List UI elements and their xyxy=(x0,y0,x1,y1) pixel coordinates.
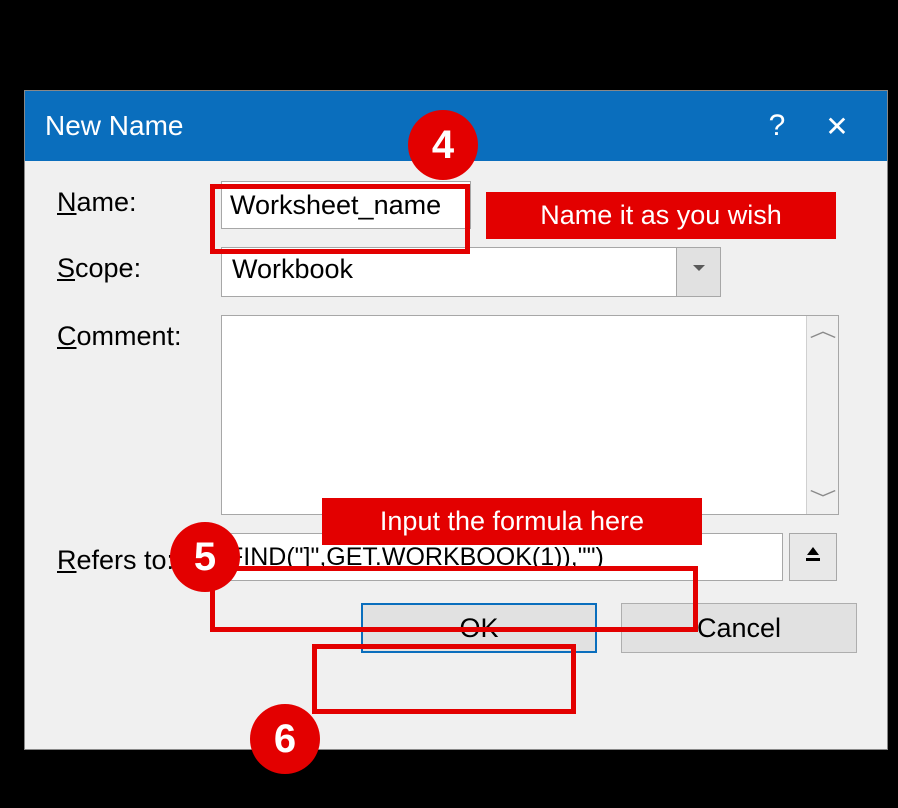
close-button[interactable]: ✕ xyxy=(807,110,867,143)
ok-button[interactable]: OK xyxy=(361,603,597,653)
scope-select[interactable]: Workbook xyxy=(221,247,721,297)
new-name-dialog: New Name ? ✕ Name: Scope: Workbook Comme… xyxy=(24,90,888,750)
comment-label: Comment: xyxy=(57,315,221,352)
scope-dropdown-button[interactable] xyxy=(676,248,720,296)
annotation-badge-4: 4 xyxy=(408,110,478,180)
name-input[interactable] xyxy=(221,181,471,229)
chevron-down-icon xyxy=(693,265,705,271)
collapse-dialog-button[interactable] xyxy=(789,533,837,581)
annotation-callout-5: Input the formula here xyxy=(322,498,702,545)
scope-label: Scope: xyxy=(57,247,221,284)
comment-textarea[interactable]: ︿ ﹀ xyxy=(221,315,839,515)
collapse-icon xyxy=(803,544,823,570)
scope-value: Workbook xyxy=(222,248,676,296)
button-row: OK Cancel xyxy=(57,603,865,653)
annotation-callout-4: Name it as you wish xyxy=(486,192,836,239)
cancel-button[interactable]: Cancel xyxy=(621,603,857,653)
annotation-badge-6: 6 xyxy=(250,704,320,774)
scroll-down-icon[interactable]: ﹀ xyxy=(809,490,836,508)
comment-scrollbar[interactable]: ︿ ﹀ xyxy=(806,316,838,514)
name-label: Name: xyxy=(57,181,221,218)
comment-row: Comment: ︿ ﹀ xyxy=(57,315,865,515)
help-button[interactable]: ? xyxy=(747,109,807,143)
dialog-title: New Name xyxy=(45,110,747,142)
annotation-badge-5: 5 xyxy=(170,522,240,592)
scope-row: Scope: Workbook xyxy=(57,247,865,297)
scroll-up-icon[interactable]: ︿ xyxy=(809,322,836,340)
